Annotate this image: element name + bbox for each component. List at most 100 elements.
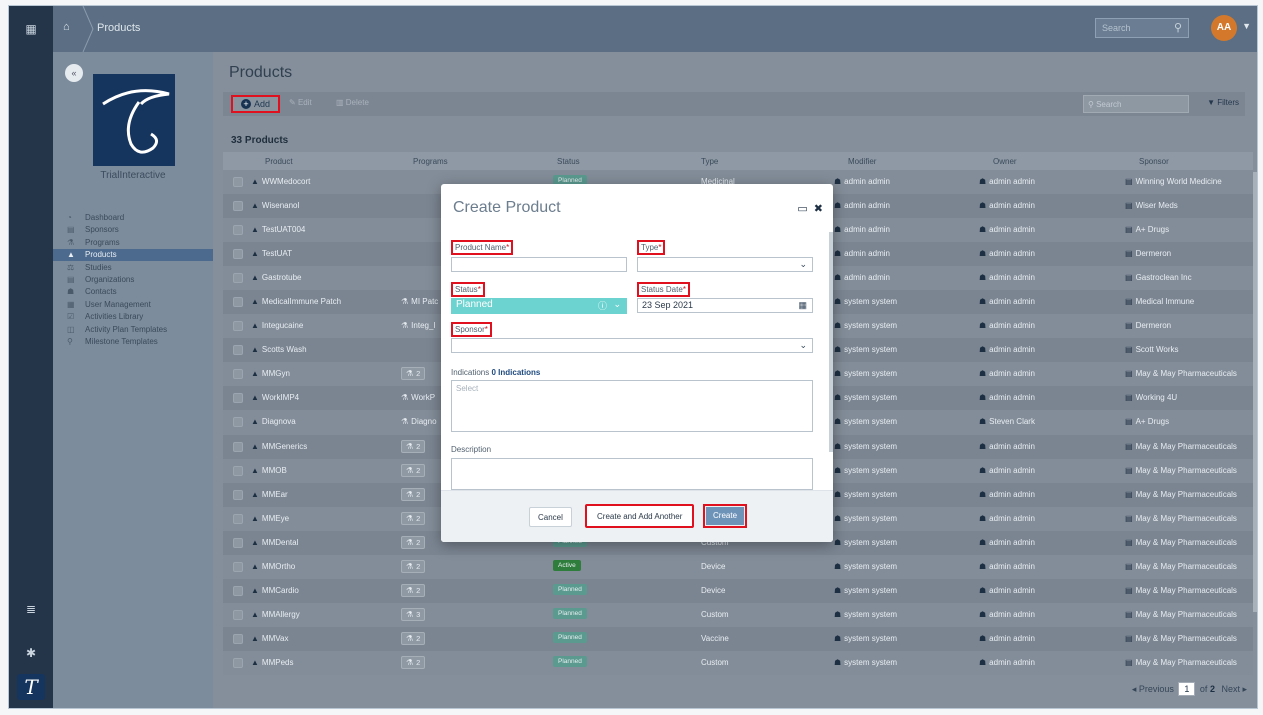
product-name[interactable]: ▲ WWMedocort	[251, 177, 310, 186]
avatar[interactable]: AA	[1211, 15, 1237, 41]
program-name[interactable]: ⚗ Integ_I	[401, 321, 436, 330]
sponsor-cell[interactable]: ▤ Medical Immune	[1125, 297, 1194, 306]
create-button[interactable]: Create	[706, 507, 745, 525]
product-name[interactable]: ▲ TestUAT	[251, 249, 292, 258]
product-name[interactable]: ▲ MMEar	[251, 490, 288, 499]
program-name[interactable]: ⚗ Diagno	[401, 417, 437, 426]
programs-count-badge[interactable]: ⚗ 3	[401, 607, 426, 621]
row-checkbox[interactable]	[233, 585, 243, 596]
programs-count-badge[interactable]: ⚗ 2	[401, 463, 426, 477]
row-checkbox[interactable]	[233, 369, 243, 380]
product-name[interactable]: ▲ MMEye	[251, 514, 289, 523]
table-search-input[interactable]: ⚲ Search	[1083, 95, 1189, 113]
row-checkbox[interactable]	[233, 537, 243, 548]
row-checkbox[interactable]	[233, 609, 243, 620]
filters-button[interactable]: ▼ Filters	[1207, 98, 1239, 107]
row-checkbox[interactable]	[233, 657, 243, 668]
sponsor-cell[interactable]: ▤ May & May Pharmaceuticals	[1125, 514, 1237, 523]
programs-count-badge[interactable]: ⚗ 2	[401, 511, 426, 525]
product-name[interactable]: ▲ MMVax	[251, 634, 288, 643]
breadcrumb[interactable]: Products	[97, 22, 140, 34]
row-checkbox[interactable]	[233, 393, 243, 404]
sponsor-cell[interactable]: ▤ May & May Pharmaceuticals	[1125, 586, 1237, 595]
indications-select[interactable]: Select	[451, 380, 813, 432]
row-checkbox[interactable]	[233, 321, 243, 332]
sponsor-cell[interactable]: ▤ A+ Drugs	[1125, 417, 1169, 426]
sidebar-item-contacts[interactable]: ☗ Contacts	[53, 286, 213, 298]
row-checkbox[interactable]	[233, 273, 243, 284]
chevron-down-icon[interactable]: ▼	[1242, 21, 1251, 31]
sponsor-cell[interactable]: ▤ May & May Pharmaceuticals	[1125, 538, 1237, 547]
row-checkbox[interactable]	[233, 489, 243, 500]
column-header-modifier[interactable]: Modifier	[848, 157, 876, 166]
sponsor-cell[interactable]: ▤ May & May Pharmaceuticals	[1125, 634, 1237, 643]
sponsor-select[interactable]: ⌄	[451, 338, 813, 353]
table-row[interactable]: ▲ MMCardio ⚗ 2 Planned Device ☗ system system ☗ a…	[223, 578, 1253, 603]
row-checkbox[interactable]	[233, 345, 243, 356]
product-name[interactable]: ▲ MMGyn	[251, 369, 290, 378]
sidebar-item-sponsors[interactable]: ▤ Sponsors	[53, 224, 213, 236]
column-header-owner[interactable]: Owner	[993, 157, 1017, 166]
column-header-status[interactable]: Status	[557, 157, 580, 166]
programs-count-badge[interactable]: ⚗ 2	[401, 367, 426, 381]
sidebar-item-activity-plan-templates[interactable]: ◫ Activity Plan Templates	[53, 324, 213, 336]
description-textarea[interactable]	[451, 458, 813, 490]
row-checkbox[interactable]	[233, 465, 243, 476]
row-checkbox[interactable]	[233, 417, 243, 428]
row-checkbox[interactable]	[233, 297, 243, 308]
row-checkbox[interactable]	[233, 513, 243, 524]
next-page-button[interactable]: Next ▸	[1221, 684, 1247, 694]
row-checkbox[interactable]	[233, 561, 243, 572]
previous-page-button[interactable]: ◂ Previous	[1132, 684, 1174, 694]
programs-count-badge[interactable]: ⚗ 2	[401, 631, 426, 645]
sidebar-item-organizations[interactable]: ▤ Organizations	[53, 274, 213, 286]
product-name[interactable]: ▲ MMCardio	[251, 586, 299, 595]
sponsor-cell[interactable]: ▤ May & May Pharmaceuticals	[1125, 442, 1237, 451]
programs-count-badge[interactable]: ⚗ 2	[401, 487, 426, 501]
product-name[interactable]: ▲ MMPeds	[251, 658, 293, 667]
product-name[interactable]: ▲ MMOrtho	[251, 562, 295, 571]
table-row[interactable]: ▲ MMVax ⚗ 2 Planned Vaccine ☗ system system ☗ adm…	[223, 626, 1253, 651]
table-row[interactable]: ▲ MMAllergy ⚗ 3 Planned Custom ☗ system system ☗…	[223, 602, 1253, 627]
row-checkbox[interactable]	[233, 249, 243, 260]
product-name[interactable]: ▲ MMOB	[251, 466, 287, 475]
gear-icon[interactable]: ✱	[9, 646, 53, 660]
sponsor-cell[interactable]: ▤ Wiser Meds	[1125, 201, 1178, 210]
add-button[interactable]: + Add	[231, 95, 281, 113]
sidebar-item-activities-library[interactable]: ☑ Activities Library	[53, 311, 213, 323]
sidebar-item-programs[interactable]: ⚗ Programs	[53, 237, 213, 249]
sponsor-cell[interactable]: ▤ May & May Pharmaceuticals	[1125, 369, 1237, 378]
sidebar-item-products[interactable]: ▲ Products	[53, 249, 213, 262]
status-select[interactable]: Planned ⓘ ⌄	[451, 298, 627, 314]
sponsor-cell[interactable]: ▤ May & May Pharmaceuticals	[1125, 658, 1237, 667]
trialinteractive-logo-small[interactable]: T	[17, 674, 45, 700]
product-name[interactable]: ▲ Scotts Wash	[251, 345, 307, 354]
page-number-input[interactable]: 1	[1178, 682, 1196, 696]
row-checkbox[interactable]	[233, 225, 243, 236]
programs-count-badge[interactable]: ⚗ 2	[401, 583, 426, 597]
row-checkbox[interactable]	[233, 177, 243, 187]
column-header-sponsor[interactable]: Sponsor	[1139, 157, 1169, 166]
maximize-icon[interactable]: ▭	[797, 203, 807, 215]
table-row[interactable]: ▲ MMOrtho ⚗ 2 Active Device ☗ system system ☗ adm…	[223, 554, 1253, 579]
row-checkbox[interactable]	[233, 441, 243, 452]
sponsor-cell[interactable]: ▤ Winning World Medicine	[1125, 177, 1222, 186]
product-name[interactable]: ▲ MedicalImmune Patch	[251, 297, 341, 306]
edit-button[interactable]: ✎ Edit	[289, 98, 312, 107]
apps-grid-icon[interactable]: ▦	[9, 22, 53, 36]
product-name[interactable]: ▲ Integucaine	[251, 321, 303, 330]
programs-count-badge[interactable]: ⚗ 2	[401, 655, 426, 669]
collapse-sidebar-button[interactable]: «	[65, 64, 83, 82]
sponsor-cell[interactable]: ▤ Dermeron	[1125, 321, 1171, 330]
sponsor-cell[interactable]: ▤ Scott Works	[1125, 345, 1179, 354]
sidebar-item-user-management[interactable]: ▦ User Management	[53, 299, 213, 311]
program-name[interactable]: ⚗ MI Patc	[401, 297, 438, 306]
close-icon[interactable]: ✖	[814, 203, 823, 215]
status-date-input[interactable]: 23 Sep 2021 ▦	[637, 298, 813, 313]
list-icon[interactable]: ≣	[9, 602, 53, 616]
sidebar-item-milestone-templates[interactable]: ⚲ Milestone Templates	[53, 336, 213, 348]
column-header-type[interactable]: Type	[701, 157, 718, 166]
product-name[interactable]: ▲ MMDental	[251, 538, 298, 547]
product-name[interactable]: ▲ MMGenerics	[251, 442, 307, 451]
program-name[interactable]: ⚗ WorkP	[401, 393, 435, 402]
